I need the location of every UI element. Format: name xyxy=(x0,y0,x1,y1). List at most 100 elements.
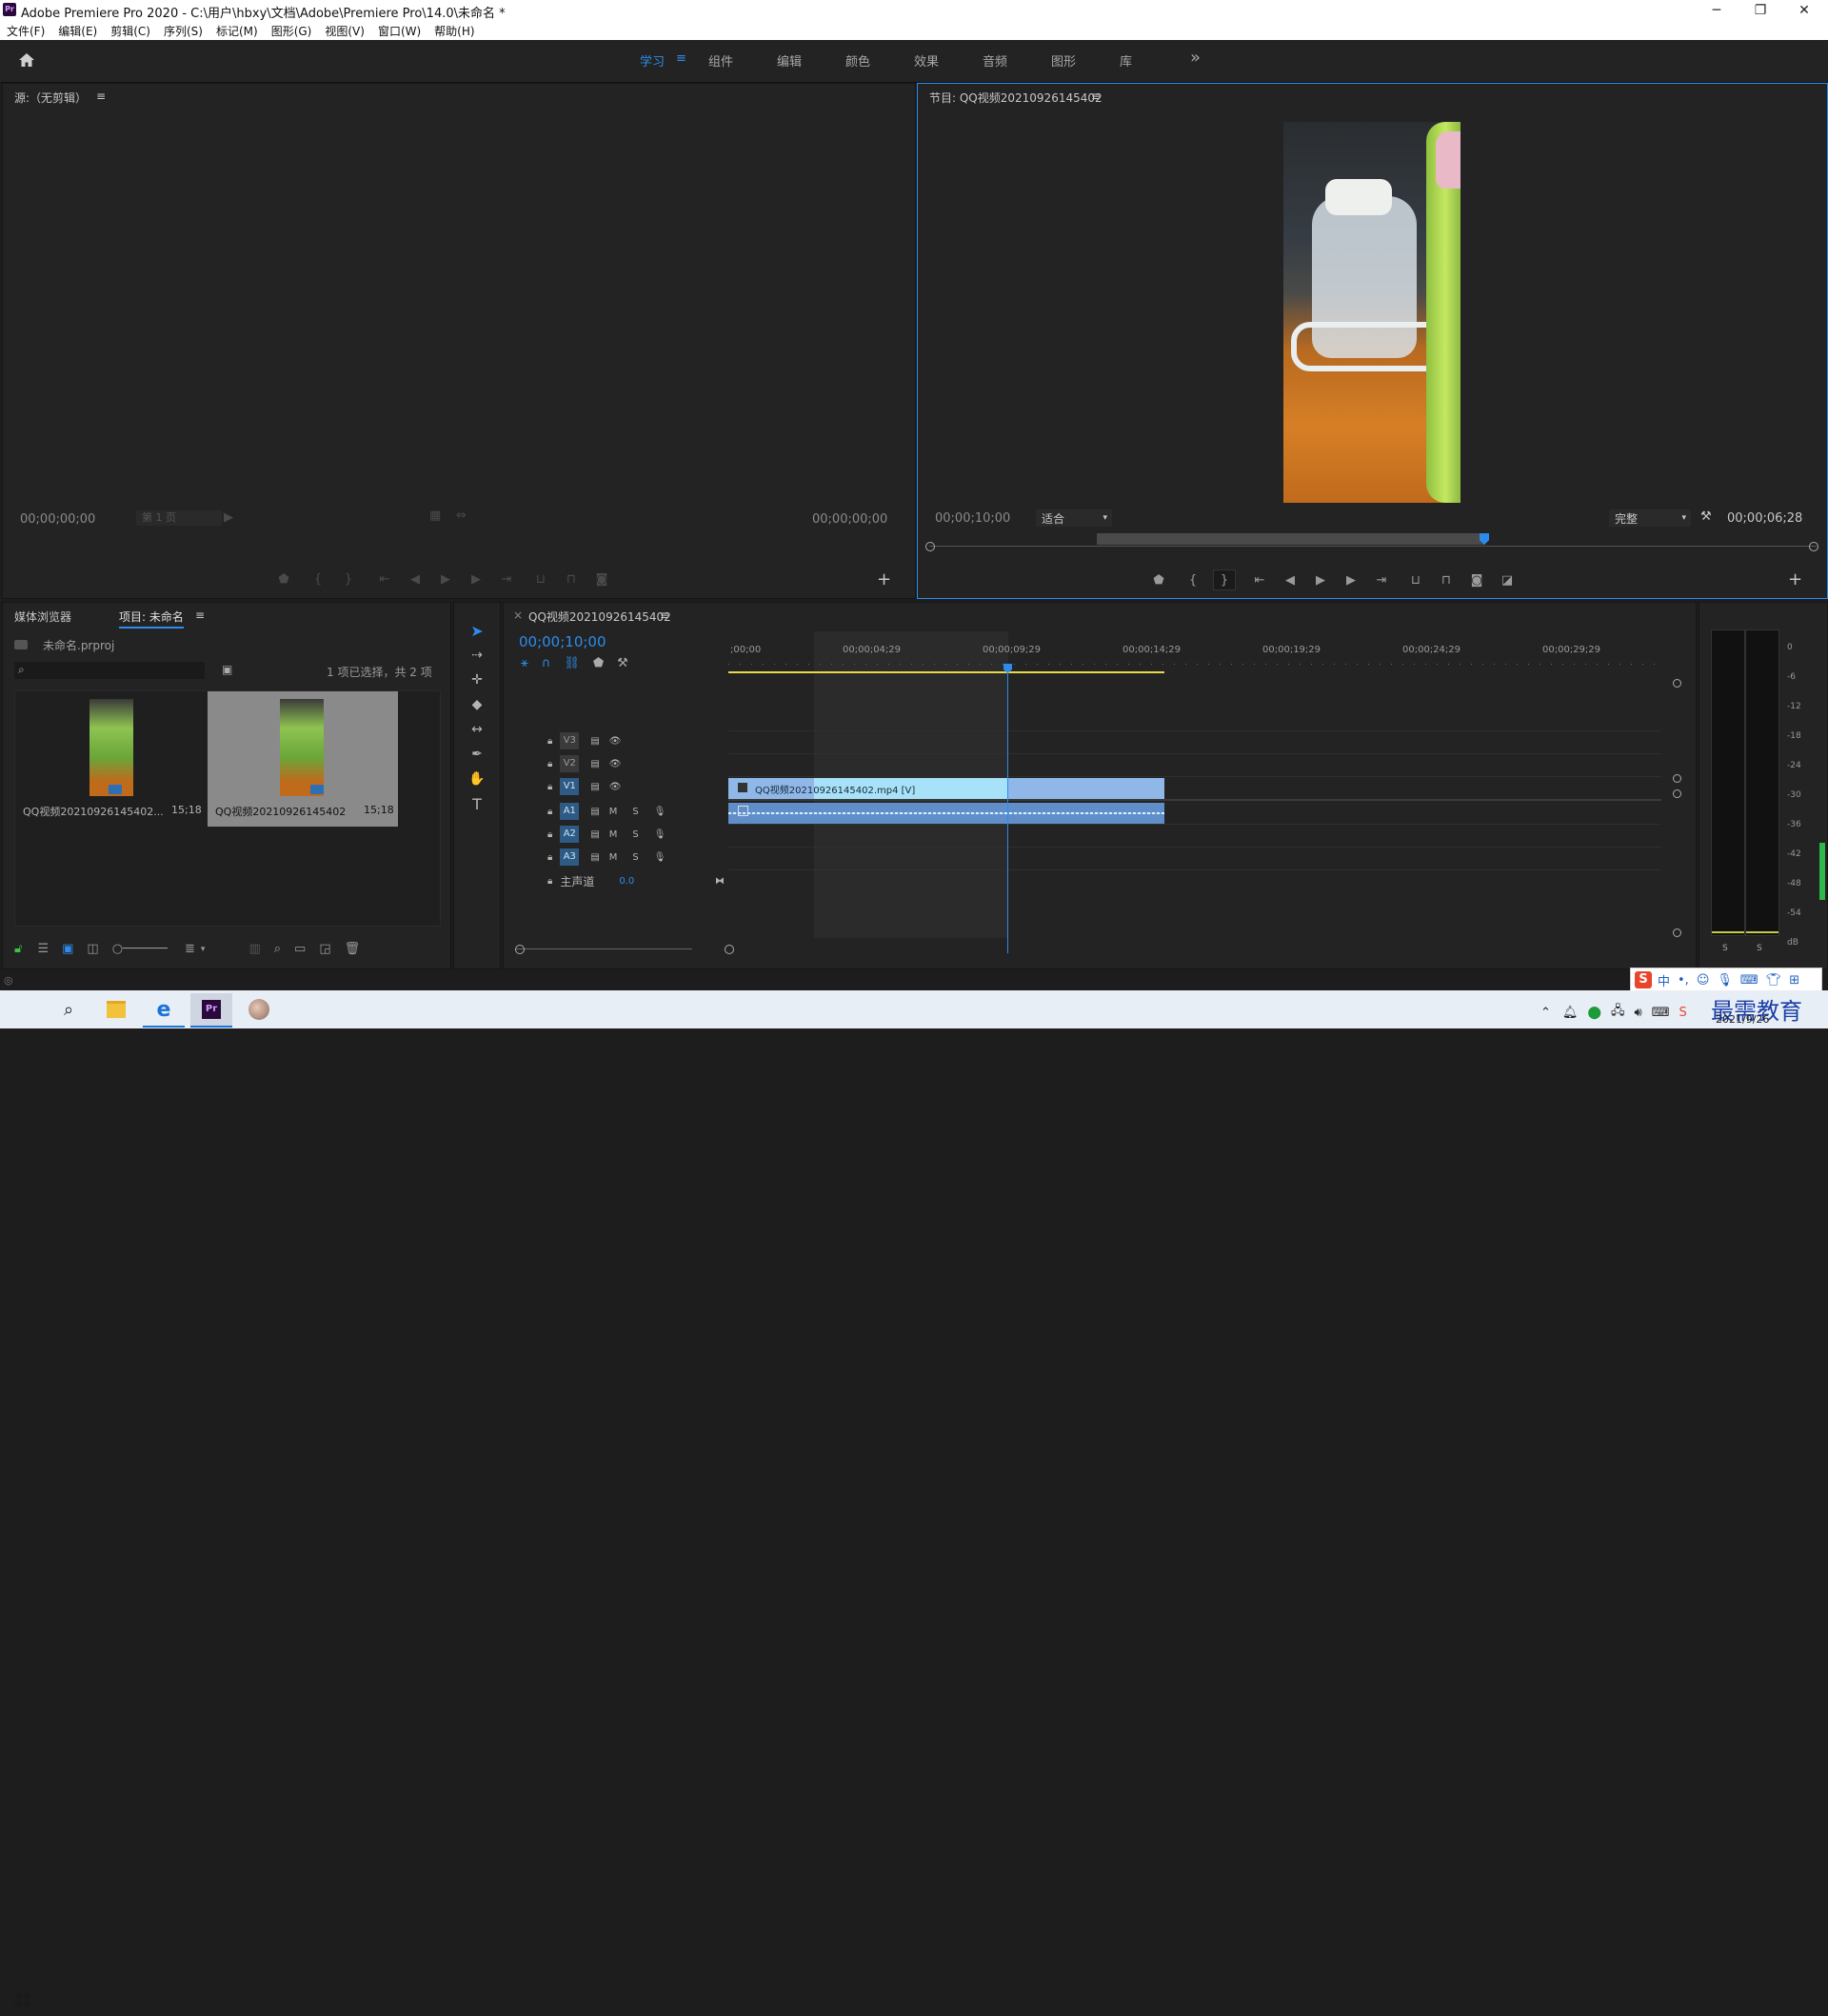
sequence-tab[interactable]: QQ视频20210926145402 xyxy=(528,609,671,625)
sync-lock-icon[interactable]: ▤ xyxy=(590,736,599,747)
step-back-icon[interactable]: ◀ xyxy=(1280,570,1301,589)
keyboard-icon[interactable]: ⌨ xyxy=(1740,973,1758,988)
snap-icon[interactable]: ∩ xyxy=(542,656,551,670)
solo-right-button[interactable]: S xyxy=(1757,944,1762,953)
skin-icon[interactable]: 👕︎ xyxy=(1766,973,1782,988)
lock-icon[interactable]: 🔒︎ xyxy=(547,759,552,769)
solo-left-button[interactable]: S xyxy=(1722,944,1728,953)
track-select-tool-icon[interactable]: ⇢ xyxy=(466,645,488,666)
scroll-start-handle[interactable] xyxy=(925,542,935,551)
file-explorer-icon[interactable] xyxy=(95,993,137,1026)
lock-icon[interactable]: 🔒︎ xyxy=(547,876,552,887)
notification-bell-icon[interactable]: 🔔︎ xyxy=(1562,1006,1579,1020)
sync-lock-icon[interactable]: ▤ xyxy=(590,782,599,792)
workspace-tab-effects[interactable]: 效果 xyxy=(914,51,939,70)
mark-in-icon[interactable]: { xyxy=(308,569,328,589)
track-label[interactable]: A2 xyxy=(560,826,580,843)
selection-tool-icon[interactable]: ➤ xyxy=(466,620,488,641)
extract-icon[interactable]: ⊓ xyxy=(1436,570,1457,589)
ripple-edit-tool-icon[interactable]: ✛ xyxy=(466,669,488,690)
input-method-icon[interactable]: ⌨ xyxy=(1652,1006,1670,1020)
new-bin-from-search-icon[interactable]: ▣ xyxy=(222,663,232,676)
menu-edit[interactable]: 编辑(E) xyxy=(58,23,97,39)
workspace-tab-audio[interactable]: 音频 xyxy=(983,51,1007,70)
hscroll-right-handle[interactable] xyxy=(725,945,734,954)
add-button-icon[interactable]: + xyxy=(877,569,891,589)
add-marker-icon[interactable]: ⬟ xyxy=(273,569,294,589)
close-button[interactable]: ✕ xyxy=(1782,0,1826,21)
page-select[interactable]: 第 1 页 xyxy=(136,510,222,526)
workspace-tab-color[interactable]: 颜色 xyxy=(845,51,870,70)
source-timecode-in[interactable]: 00;00;00;00 xyxy=(20,512,95,527)
icon-view-icon[interactable]: ▣ xyxy=(62,942,73,956)
menu-file[interactable]: 文件(F) xyxy=(7,23,45,39)
track-label[interactable]: A1 xyxy=(560,803,580,820)
menu-markers[interactable]: 标记(M) xyxy=(216,23,258,39)
timeline-timecode[interactable]: 00;00;10;00 xyxy=(519,633,606,650)
more-workspaces-icon[interactable]: » xyxy=(1190,48,1201,68)
go-to-in-icon[interactable]: ⇤ xyxy=(374,569,395,589)
track-label[interactable]: A3 xyxy=(560,848,580,866)
wrench-icon[interactable]: ⚒ xyxy=(1700,509,1712,524)
emoji-icon[interactable]: ☺ xyxy=(1697,973,1710,988)
go-to-end-icon[interactable]: ⧓ xyxy=(715,876,725,887)
volume-icon[interactable]: 🔊︎ xyxy=(1634,1006,1641,1020)
panel-menu-icon[interactable]: ≡ xyxy=(1091,90,1101,103)
program-timecode[interactable]: 00;00;10;00 xyxy=(935,511,1010,526)
overwrite-icon[interactable]: ⊓ xyxy=(561,569,582,589)
eye-icon[interactable]: 👁︎ xyxy=(609,736,622,747)
mark-out-icon[interactable]: } xyxy=(1213,569,1236,590)
vscroll-handle-audio[interactable] xyxy=(1673,789,1681,798)
voice-icon[interactable]: 🎙︎ xyxy=(1717,973,1733,988)
windows-start-icon[interactable] xyxy=(2,1984,44,2016)
lock-icon[interactable]: 🔒︎ xyxy=(547,736,552,747)
tab-media-browser[interactable]: 媒体浏览器 xyxy=(14,609,71,625)
hscroll-left-handle[interactable] xyxy=(515,945,525,954)
menu-sequence[interactable]: 序列(S) xyxy=(164,23,203,39)
zoom-slider[interactable]: ○────── xyxy=(112,942,168,956)
panel-menu-icon[interactable]: ≡ xyxy=(96,90,106,103)
workspace-menu-icon[interactable]: ≡ xyxy=(676,51,686,66)
mic-icon[interactable]: 🎙︎ xyxy=(654,829,666,840)
new-item-icon[interactable]: ◲ xyxy=(319,942,330,956)
solo-button[interactable]: S xyxy=(632,852,638,863)
sync-lock-icon[interactable]: ▤ xyxy=(590,759,599,769)
mic-icon[interactable]: 🎙︎ xyxy=(654,852,666,863)
premiere-taskbar-icon[interactable]: Pr xyxy=(190,993,232,1028)
step-forward-icon[interactable]: ▶ xyxy=(1341,570,1361,589)
workspace-tab-graphics[interactable]: 图形 xyxy=(1051,51,1076,70)
step-back-icon[interactable]: ◀ xyxy=(405,569,426,589)
lock-icon[interactable]: 🔓︎ xyxy=(14,942,22,956)
eye-icon[interactable]: 👁︎ xyxy=(609,759,622,769)
sort-icon[interactable]: ≣ xyxy=(185,942,195,956)
vscroll-handle-bottom[interactable] xyxy=(1673,928,1681,937)
project-search-input[interactable]: ⌕ xyxy=(14,662,205,679)
freeform-view-icon[interactable]: ◫ xyxy=(87,942,98,956)
mute-button[interactable]: M xyxy=(609,852,618,863)
workspace-tab-libraries[interactable]: 库 xyxy=(1120,51,1132,70)
timeline-hscroll[interactable] xyxy=(515,948,692,949)
track-label[interactable]: V1 xyxy=(560,778,580,795)
comparison-view-icon[interactable]: ◪ xyxy=(1497,570,1518,589)
find-icon[interactable]: ⌕ xyxy=(274,942,281,956)
play-icon[interactable]: ▶ xyxy=(1310,570,1331,589)
track-label[interactable]: V3 xyxy=(560,732,580,749)
mute-button[interactable]: M xyxy=(609,807,618,817)
timeline-tracks-area[interactable]: ;00;00 00;00;04;29 00;00;09;29 00;00;14;… xyxy=(728,631,1681,953)
menu-window[interactable]: 窗口(W) xyxy=(378,23,421,39)
sync-lock-icon[interactable]: ▤ xyxy=(590,852,599,863)
track-label[interactable]: V2 xyxy=(560,755,580,772)
ime-mode[interactable]: 中 xyxy=(1658,971,1670,989)
sogou-logo-icon[interactable]: S xyxy=(1635,971,1652,988)
play-icon[interactable]: ▶ xyxy=(435,569,456,589)
export-frame-icon[interactable]: ◙ xyxy=(591,569,612,589)
lock-icon[interactable]: 🔒︎ xyxy=(547,807,552,817)
menu-graphics[interactable]: 图形(G) xyxy=(271,23,312,39)
vscroll-handle-top[interactable] xyxy=(1673,679,1681,688)
tab-project[interactable]: 项目: 未命名 xyxy=(119,609,184,629)
linked-selection-icon[interactable]: ⛓︎ xyxy=(564,656,580,670)
edge-browser-icon[interactable]: e xyxy=(143,993,185,1028)
panel-menu-icon[interactable]: ≡ xyxy=(660,609,669,622)
page-next-icon[interactable]: ▶ xyxy=(224,510,233,525)
slip-tool-icon[interactable]: ↔ xyxy=(466,719,488,740)
